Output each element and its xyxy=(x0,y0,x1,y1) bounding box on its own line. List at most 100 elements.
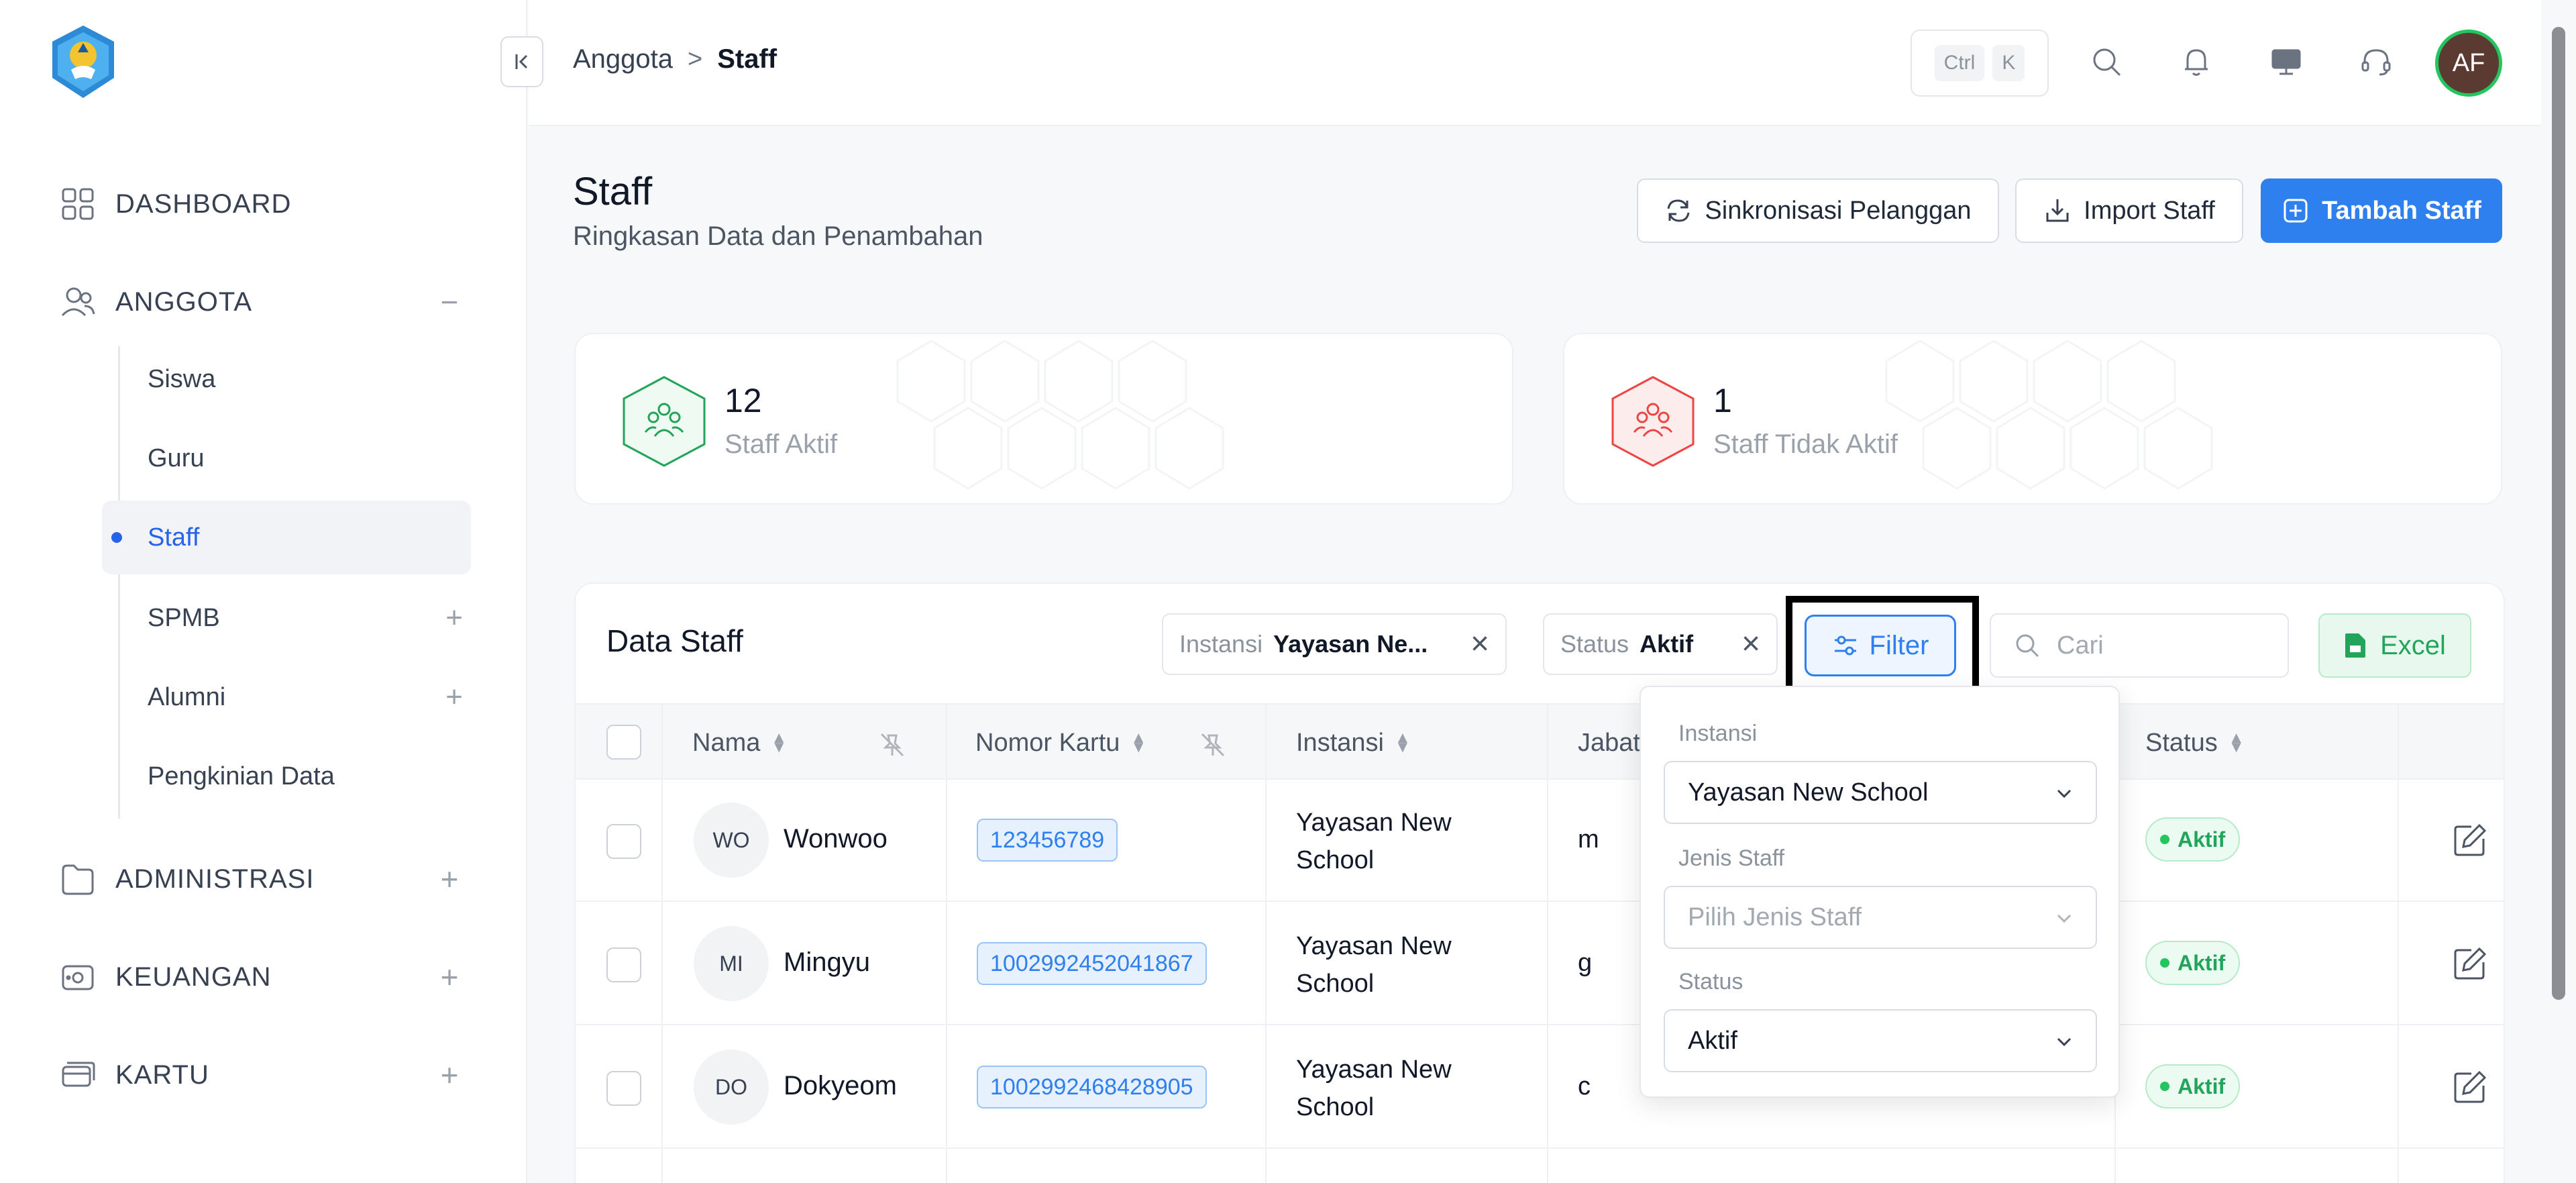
expand-toggle[interactable]: + xyxy=(436,962,463,992)
tut-wuri-logo[interactable] xyxy=(44,23,122,101)
expand-toggle[interactable]: + xyxy=(436,864,463,894)
column-header-status[interactable]: Status ▲ ▼ xyxy=(2145,705,2245,781)
stat-value: 1 xyxy=(1713,382,1732,419)
stat-card-active: 12 Staff Aktif xyxy=(574,333,1513,505)
table-row[interactable]: MI Mingyu 1002992452041867 Yayasan New Sc… xyxy=(576,903,2504,1025)
hex-pattern xyxy=(1885,340,2213,490)
import-staff-button[interactable]: Import Staff xyxy=(2015,178,2243,243)
filter-chip-instansi[interactable]: Instansi Yayasan Ne... × xyxy=(1162,613,1507,675)
nav-label: DASHBOARD xyxy=(115,189,292,219)
card-icon xyxy=(60,1058,95,1092)
sort-icon[interactable]: ▲ ▼ xyxy=(1395,729,1411,755)
collapse-toggle[interactable]: − xyxy=(436,287,463,317)
panel-title: Data Staff xyxy=(606,623,743,658)
sort-icon[interactable]: ▲ ▼ xyxy=(1130,729,1146,755)
stat-card-inactive: 1 Staff Tidak Aktif xyxy=(1563,333,2502,505)
status-dot xyxy=(2160,835,2169,844)
sort-icon[interactable]: ▲ ▼ xyxy=(2229,729,2245,755)
avatar: DO xyxy=(694,1049,769,1125)
jabatan-cell: c xyxy=(1578,1072,1591,1100)
edit-icon[interactable] xyxy=(2451,821,2489,859)
status-dot xyxy=(2160,958,2169,968)
nav-dashboard[interactable]: DASHBOARD xyxy=(60,177,463,231)
refresh-icon xyxy=(1667,199,1690,222)
data-staff-panel: Data Staff Instansi Yayasan Ne... × Stat… xyxy=(574,582,2505,1183)
sidebar-item-guru[interactable]: Guru xyxy=(102,421,471,495)
chip-key: Instansi xyxy=(1179,630,1263,658)
hex-pattern xyxy=(896,340,1224,490)
headset-icon[interactable] xyxy=(2356,42,2396,82)
stat-label: Staff Aktif xyxy=(724,429,838,459)
grid-icon xyxy=(60,187,95,221)
export-excel-button[interactable]: Excel xyxy=(2318,613,2471,678)
instansi-select-value: Yayasan New School xyxy=(1688,778,1929,807)
chevron-down-icon xyxy=(2057,914,2072,923)
table-row[interactable]: WO Wonwoo 123456789 Yayasan New School m … xyxy=(576,780,2504,902)
expand-toggle[interactable]: + xyxy=(436,1060,463,1090)
instansi-select[interactable]: Yayasan New School xyxy=(1664,761,2097,824)
bell-icon[interactable] xyxy=(2176,42,2216,82)
filter-jenis-label: Jenis Staff xyxy=(1678,845,1785,871)
sub-label: Staff xyxy=(148,523,200,552)
card-number-badge[interactable]: 1002992468428905 xyxy=(977,1066,1207,1109)
row-checkbox[interactable] xyxy=(606,947,641,982)
column-header-nomor-kartu[interactable]: Nomor Kartu ▲ ▼ xyxy=(975,705,1146,781)
status-select[interactable]: Aktif xyxy=(1664,1009,2097,1072)
jenis-select-placeholder: Pilih Jenis Staff xyxy=(1688,903,1862,931)
chip-value: Aktif xyxy=(1640,630,1694,658)
nav-keuangan[interactable]: KEUANGAN + xyxy=(60,950,463,1004)
sidebar-item-siswa[interactable]: Siswa xyxy=(102,342,471,416)
breadcrumb: Anggota > Staff xyxy=(573,44,777,74)
close-icon[interactable]: × xyxy=(1741,628,1760,660)
nav-kartu[interactable]: KARTU + xyxy=(60,1048,463,1102)
page-title: Staff xyxy=(573,170,653,213)
card-number-badge[interactable]: 1002992452041867 xyxy=(977,942,1207,985)
nav-administrasi[interactable]: ADMINISTRASI + xyxy=(60,852,463,906)
sidebar-item-pengkinian-data[interactable]: Pengkinian Data xyxy=(102,739,471,813)
filter-button[interactable]: Filter xyxy=(1805,615,1956,676)
user-avatar[interactable]: AF xyxy=(2435,30,2502,97)
expand-toggle[interactable]: + xyxy=(445,601,463,635)
sub-label: Alumni xyxy=(148,682,226,711)
chevron-down-icon xyxy=(2057,1037,2072,1047)
command-palette-shortcut[interactable]: Ctrl K xyxy=(1911,30,2049,97)
status-badge: Aktif xyxy=(2145,941,2241,985)
nav-label: KEUANGAN xyxy=(115,962,272,992)
status-label: Aktif xyxy=(2178,827,2226,852)
filter-dropdown: Instansi Yayasan New School Jenis Staff … xyxy=(1640,686,2120,1098)
filter-chip-status[interactable]: Status Aktif × xyxy=(1543,613,1778,675)
jenis-staff-select[interactable]: Pilih Jenis Staff xyxy=(1664,886,2097,949)
breadcrumb-anggota[interactable]: Anggota xyxy=(573,44,673,74)
monitor-icon[interactable] xyxy=(2266,42,2306,82)
row-checkbox[interactable] xyxy=(606,824,641,859)
edit-icon[interactable] xyxy=(2451,945,2489,982)
card-number-badge[interactable]: 123456789 xyxy=(977,819,1118,862)
add-staff-button[interactable]: Tambah Staff xyxy=(2261,178,2502,243)
sync-customers-button[interactable]: Sinkronisasi Pelanggan xyxy=(1637,178,1999,243)
column-header-nama[interactable]: Nama ▲ ▼ xyxy=(692,705,787,781)
sidebar-item-alumni[interactable]: Alumni + xyxy=(102,660,471,734)
filter-label: Filter xyxy=(1869,630,1929,660)
table-header: Nama ▲ ▼ Nomor Kartu ▲ ▼ Instansi ▲ ▼ Jabat… xyxy=(576,703,2504,780)
page-scrollbar[interactable] xyxy=(2552,27,2565,1000)
table-row[interactable]: DO Dokyeom 1002992468428905 Yayasan New S… xyxy=(576,1027,2504,1149)
search-icon[interactable] xyxy=(2086,42,2127,82)
unpin-icon[interactable] xyxy=(1199,731,1226,758)
collapse-sidebar-button[interactable] xyxy=(500,36,543,87)
nav-anggota[interactable]: ANGGOTA − xyxy=(60,275,463,329)
nav-label: ADMINISTRASI xyxy=(115,864,315,894)
expand-toggle[interactable]: + xyxy=(445,680,463,714)
edit-icon[interactable] xyxy=(2451,1068,2489,1106)
status-badge: Aktif xyxy=(2145,817,2241,862)
search-input[interactable]: Cari xyxy=(1990,613,2289,678)
sidebar-item-staff[interactable]: Staff xyxy=(102,501,471,574)
kbd-k: K xyxy=(1992,45,2025,81)
sort-icon[interactable]: ▲ ▼ xyxy=(771,729,787,755)
close-icon[interactable]: × xyxy=(1470,628,1489,660)
sidebar-item-spmb[interactable]: SPMB + xyxy=(102,581,471,655)
row-checkbox[interactable] xyxy=(606,1071,641,1106)
column-header-jabatan[interactable]: Jabat xyxy=(1578,705,1640,781)
select-all-checkbox[interactable] xyxy=(606,725,641,760)
column-header-instansi[interactable]: Instansi ▲ ▼ xyxy=(1296,705,1411,781)
unpin-icon[interactable] xyxy=(879,731,906,758)
